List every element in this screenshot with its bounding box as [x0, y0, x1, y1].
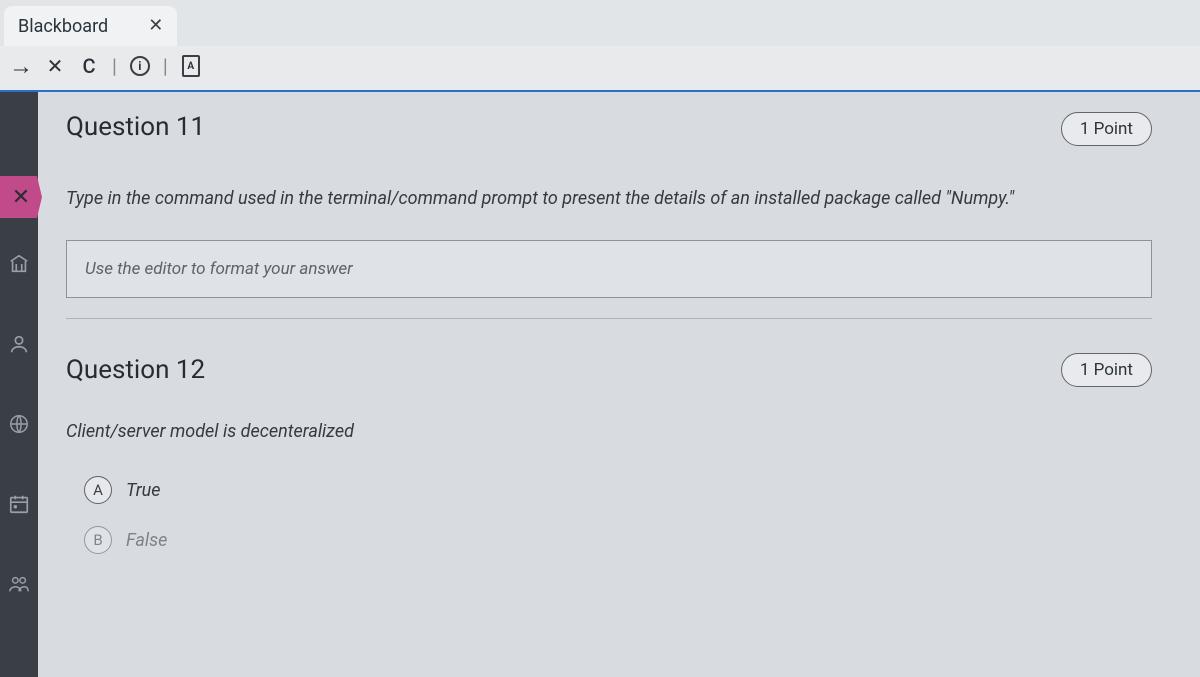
toolbar-separator: |	[112, 54, 117, 78]
tab-close-icon[interactable]: ✕	[148, 17, 163, 35]
question-divider	[66, 318, 1152, 319]
close-panel-badge[interactable]: ✕	[0, 176, 42, 218]
close-icon: ✕	[12, 185, 30, 210]
site-info-icon[interactable]: i	[129, 56, 151, 76]
tab-title: Blackboard	[18, 16, 108, 37]
option-b-letter: B	[84, 526, 112, 554]
tab-bar: Blackboard ✕	[0, 0, 1200, 46]
question-12-header: Question 12 1 Point	[66, 353, 1152, 387]
profile-icon[interactable]	[7, 332, 31, 356]
question-11: Question 11 1 Point Type in the command …	[66, 112, 1152, 319]
question-12-prompt: Client/server model is decenteralized	[66, 421, 1152, 442]
content-wrapper: Question 11 1 Point Type in the command …	[0, 92, 1200, 677]
question-12-title: Question 12	[66, 355, 205, 385]
option-a-letter: A	[84, 476, 112, 504]
institution-icon[interactable]	[7, 252, 31, 276]
globe-icon[interactable]	[7, 412, 31, 436]
question-12: Question 12 1 Point Client/server model …	[66, 353, 1152, 554]
forward-icon[interactable]: →	[10, 52, 32, 81]
browser-toolbar: → ✕ C | i | A	[0, 46, 1200, 90]
option-a-label: True	[126, 480, 161, 501]
question-11-title: Question 11	[66, 112, 205, 142]
question-11-prompt: Type in the command used in the terminal…	[66, 186, 1152, 212]
answer-editor[interactable]: Use the editor to format your answer	[66, 240, 1152, 298]
question-11-points: 1 Point	[1061, 112, 1152, 146]
browser-chrome: Blackboard ✕ → ✕ C | i | A	[0, 0, 1200, 92]
stop-icon[interactable]: ✕	[44, 54, 66, 78]
question-12-points: 1 Point	[1061, 353, 1152, 387]
quiz-main: Question 11 1 Point Type in the command …	[38, 92, 1200, 677]
toolbar-separator-2: |	[163, 54, 168, 78]
translate-icon[interactable]: A	[180, 55, 202, 77]
option-b-label: False	[126, 530, 167, 551]
option-b[interactable]: B False	[84, 526, 1152, 554]
reload-icon[interactable]: C	[78, 54, 100, 78]
calendar-icon[interactable]	[7, 492, 31, 516]
question-11-header: Question 11 1 Point	[66, 112, 1152, 146]
browser-tab[interactable]: Blackboard ✕	[4, 6, 177, 46]
option-a[interactable]: A True	[84, 476, 1152, 504]
groups-icon[interactable]	[7, 572, 31, 596]
